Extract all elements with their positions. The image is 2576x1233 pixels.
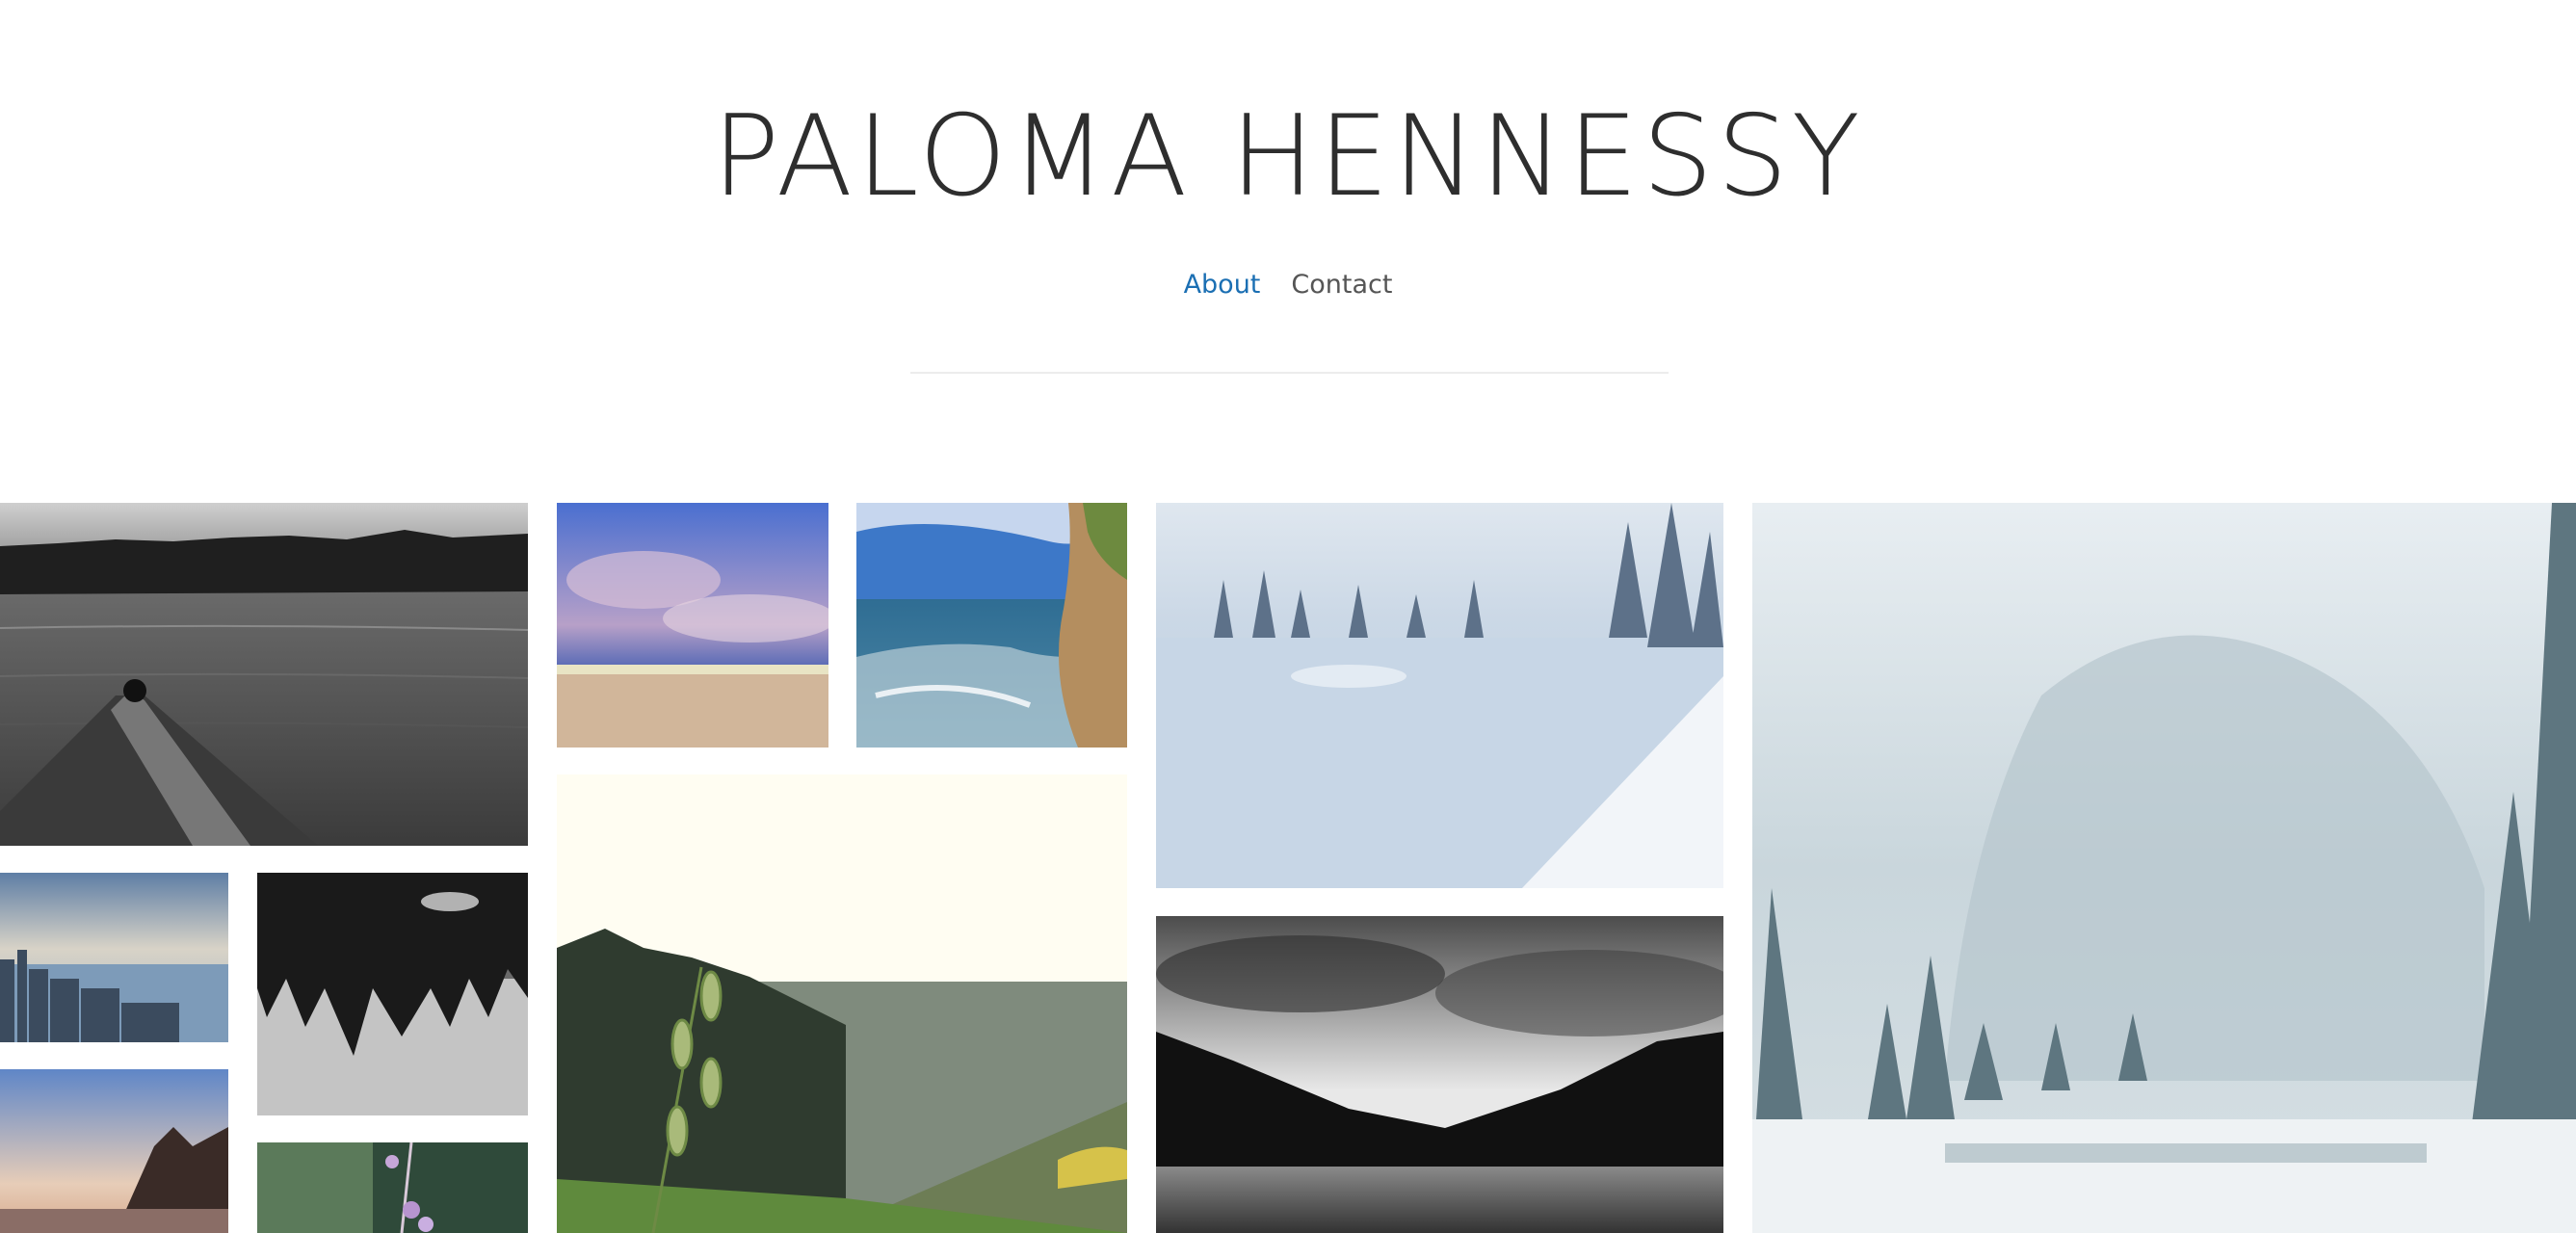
nav-about-link[interactable]: About: [1184, 270, 1261, 300]
site-title[interactable]: PALOMA HENNESSY: [0, 94, 2576, 220]
gallery-photo-river-sunset[interactable]: [0, 1069, 228, 1233]
main-nav: About Contact: [0, 270, 2576, 300]
gallery-photo-grass-valley[interactable]: [557, 774, 1127, 1233]
gallery-photo-bw-mountain-lake[interactable]: [1156, 916, 1723, 1233]
nav-contact-link[interactable]: Contact: [1291, 270, 1392, 300]
gallery-photo-city-skyline[interactable]: [0, 873, 228, 1042]
gallery-photo-kayak[interactable]: [0, 503, 528, 846]
gallery-photo-waves-cliff[interactable]: [856, 503, 1127, 748]
header-divider: [910, 372, 1669, 374]
gallery-photo-frozen-lake[interactable]: [1156, 503, 1723, 888]
gallery-photo-clouds-beach[interactable]: [557, 503, 828, 748]
gallery-photo-wildflower[interactable]: [257, 1142, 528, 1233]
gallery-photo-forest-reflection[interactable]: [257, 873, 528, 1115]
gallery-photo-snowfall-lake[interactable]: [1752, 503, 2576, 1233]
